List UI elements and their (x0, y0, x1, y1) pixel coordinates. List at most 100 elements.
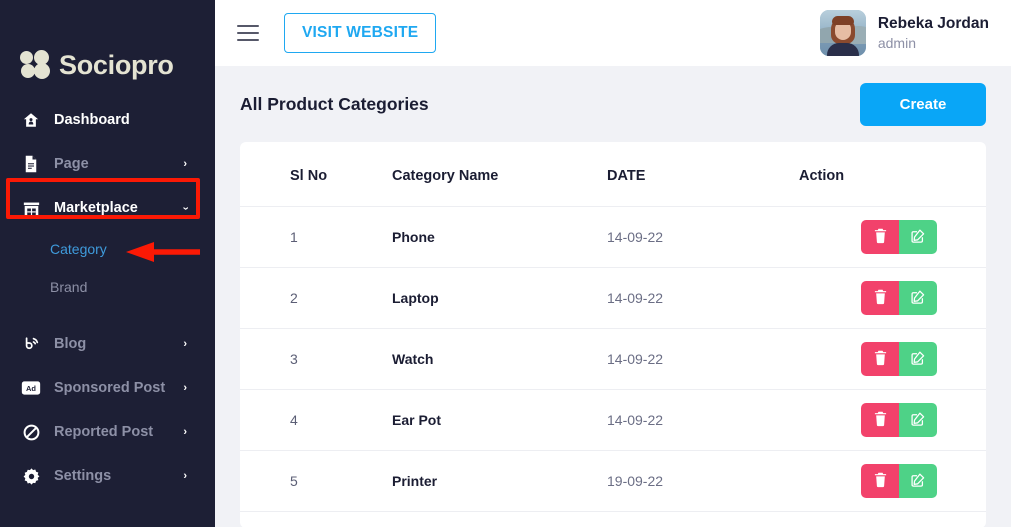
page-title: All Product Categories (240, 94, 429, 115)
sidebar-item-label: Sponsored Post (54, 380, 183, 396)
table-row: 2Laptop14-09-22 (240, 268, 986, 329)
delete-button[interactable] (861, 464, 899, 498)
column-header-sl-no: Sl No (240, 142, 392, 207)
sidebar-item-reported-post[interactable]: Reported Post › (0, 410, 215, 454)
cell-category-name: Phone (392, 207, 607, 268)
sidebar-nav: Dashboard Page › Marketplace › Categ (0, 98, 215, 498)
ban-icon (20, 422, 42, 442)
sidebar-item-sponsored-post[interactable]: Ad Sponsored Post › (0, 366, 215, 410)
table-header-row: Sl No Category Name DATE Action (240, 142, 986, 207)
cell-actions (799, 390, 986, 451)
sidebar-item-settings[interactable]: Settings › (0, 454, 215, 498)
cell-actions (799, 207, 986, 268)
cell-category-name: Printer (392, 451, 607, 512)
cell-date: 14-09-22 (607, 207, 799, 268)
edit-pencil-icon (910, 472, 926, 491)
store-icon (20, 198, 42, 218)
column-header-date: DATE (607, 142, 799, 207)
page-header: All Product Categories Create (226, 66, 1000, 142)
gear-icon (20, 466, 42, 486)
sidebar-item-marketplace[interactable]: Marketplace › (0, 186, 215, 230)
delete-button[interactable] (861, 403, 899, 437)
hamburger-icon[interactable] (237, 25, 259, 41)
nav-divider-space (0, 306, 215, 322)
edit-button[interactable] (899, 464, 937, 498)
cell-category-name: Laptop (392, 268, 607, 329)
cell-category-name: Ear Pot (392, 390, 607, 451)
chevron-right-icon: › (183, 159, 187, 170)
trash-icon (873, 411, 888, 430)
action-button-group (861, 342, 937, 376)
cell-date: 14-09-22 (607, 390, 799, 451)
edit-button[interactable] (899, 281, 937, 315)
sidebar-item-label: Blog (54, 336, 183, 352)
sidebar-subitem-label: Category (50, 241, 107, 257)
visit-website-button[interactable]: VISIT WEBSITE (284, 13, 436, 53)
sidebar-item-dashboard[interactable]: Dashboard (0, 98, 215, 142)
trash-icon (873, 228, 888, 247)
app-root: Sociopro Dashboard Page › (0, 0, 1011, 527)
cell-category-name: Watch (392, 329, 607, 390)
cell-actions (799, 329, 986, 390)
sidebar-item-label: Settings (54, 468, 183, 484)
cell-date: 14-09-22 (607, 329, 799, 390)
trash-icon (873, 289, 888, 308)
cell-sl-no: 4 (240, 390, 392, 451)
svg-text:Ad: Ad (26, 384, 36, 393)
sidebar-item-label: Dashboard (54, 112, 215, 128)
cell-sl-no: 5 (240, 451, 392, 512)
categories-table-card: Sl No Category Name DATE Action 1Phone14… (240, 142, 986, 527)
user-name: Rebeka Jordan (878, 14, 989, 33)
edit-button[interactable] (899, 342, 937, 376)
trash-icon (873, 472, 888, 491)
cell-actions (799, 268, 986, 329)
chevron-right-icon: › (183, 427, 187, 438)
table-head: Sl No Category Name DATE Action (240, 142, 986, 207)
sidebar-item-blog[interactable]: Blog › (0, 322, 215, 366)
table-row: 5Printer19-09-22 (240, 451, 986, 512)
brand-name: Sociopro (59, 52, 174, 79)
delete-button[interactable] (861, 220, 899, 254)
topbar: VISIT WEBSITE Rebeka Jordan admin (215, 0, 1011, 66)
column-header-category-name: Category Name (392, 142, 607, 207)
action-button-group (861, 403, 937, 437)
cell-sl-no: 3 (240, 329, 392, 390)
user-profile[interactable]: Rebeka Jordan admin (820, 10, 989, 56)
user-role: admin (878, 34, 989, 52)
user-text: Rebeka Jordan admin (878, 14, 989, 52)
delete-button[interactable] (861, 281, 899, 315)
table-row: 4Ear Pot14-09-22 (240, 390, 986, 451)
sidebar-item-label: Page (54, 156, 183, 172)
table-body: 1Phone14-09-222Laptop14-09-223Watch14-09… (240, 207, 986, 512)
edit-button[interactable] (899, 220, 937, 254)
chevron-right-icon: › (183, 339, 187, 350)
trash-icon (873, 350, 888, 369)
sidebar-item-page[interactable]: Page › (0, 142, 215, 186)
sidebar-subitem-category[interactable]: Category (0, 230, 215, 268)
ad-icon: Ad (20, 378, 42, 398)
edit-pencil-icon (910, 350, 926, 369)
main-area: VISIT WEBSITE Rebeka Jordan admin All Pr… (215, 0, 1011, 527)
column-header-action: Action (799, 142, 986, 207)
table-row: 1Phone14-09-22 (240, 207, 986, 268)
cell-date: 14-09-22 (607, 268, 799, 329)
avatar (820, 10, 866, 56)
create-button[interactable]: Create (860, 83, 986, 126)
brand-logo[interactable]: Sociopro (0, 0, 215, 92)
home-icon (20, 110, 42, 130)
sidebar: Sociopro Dashboard Page › (0, 0, 215, 527)
categories-table: Sl No Category Name DATE Action 1Phone14… (240, 142, 986, 512)
cell-sl-no: 2 (240, 268, 392, 329)
action-button-group (861, 220, 937, 254)
edit-pencil-icon (910, 411, 926, 430)
cell-date: 19-09-22 (607, 451, 799, 512)
delete-button[interactable] (861, 342, 899, 376)
sidebar-subitem-brand[interactable]: Brand (0, 268, 215, 306)
blog-icon (20, 334, 42, 354)
content: All Product Categories Create Sl No Cate… (215, 66, 1011, 527)
edit-pencil-icon (910, 228, 926, 247)
four-dots-logo-icon (20, 50, 54, 80)
sidebar-subitem-label: Brand (50, 279, 87, 295)
file-icon (20, 154, 42, 174)
edit-button[interactable] (899, 403, 937, 437)
